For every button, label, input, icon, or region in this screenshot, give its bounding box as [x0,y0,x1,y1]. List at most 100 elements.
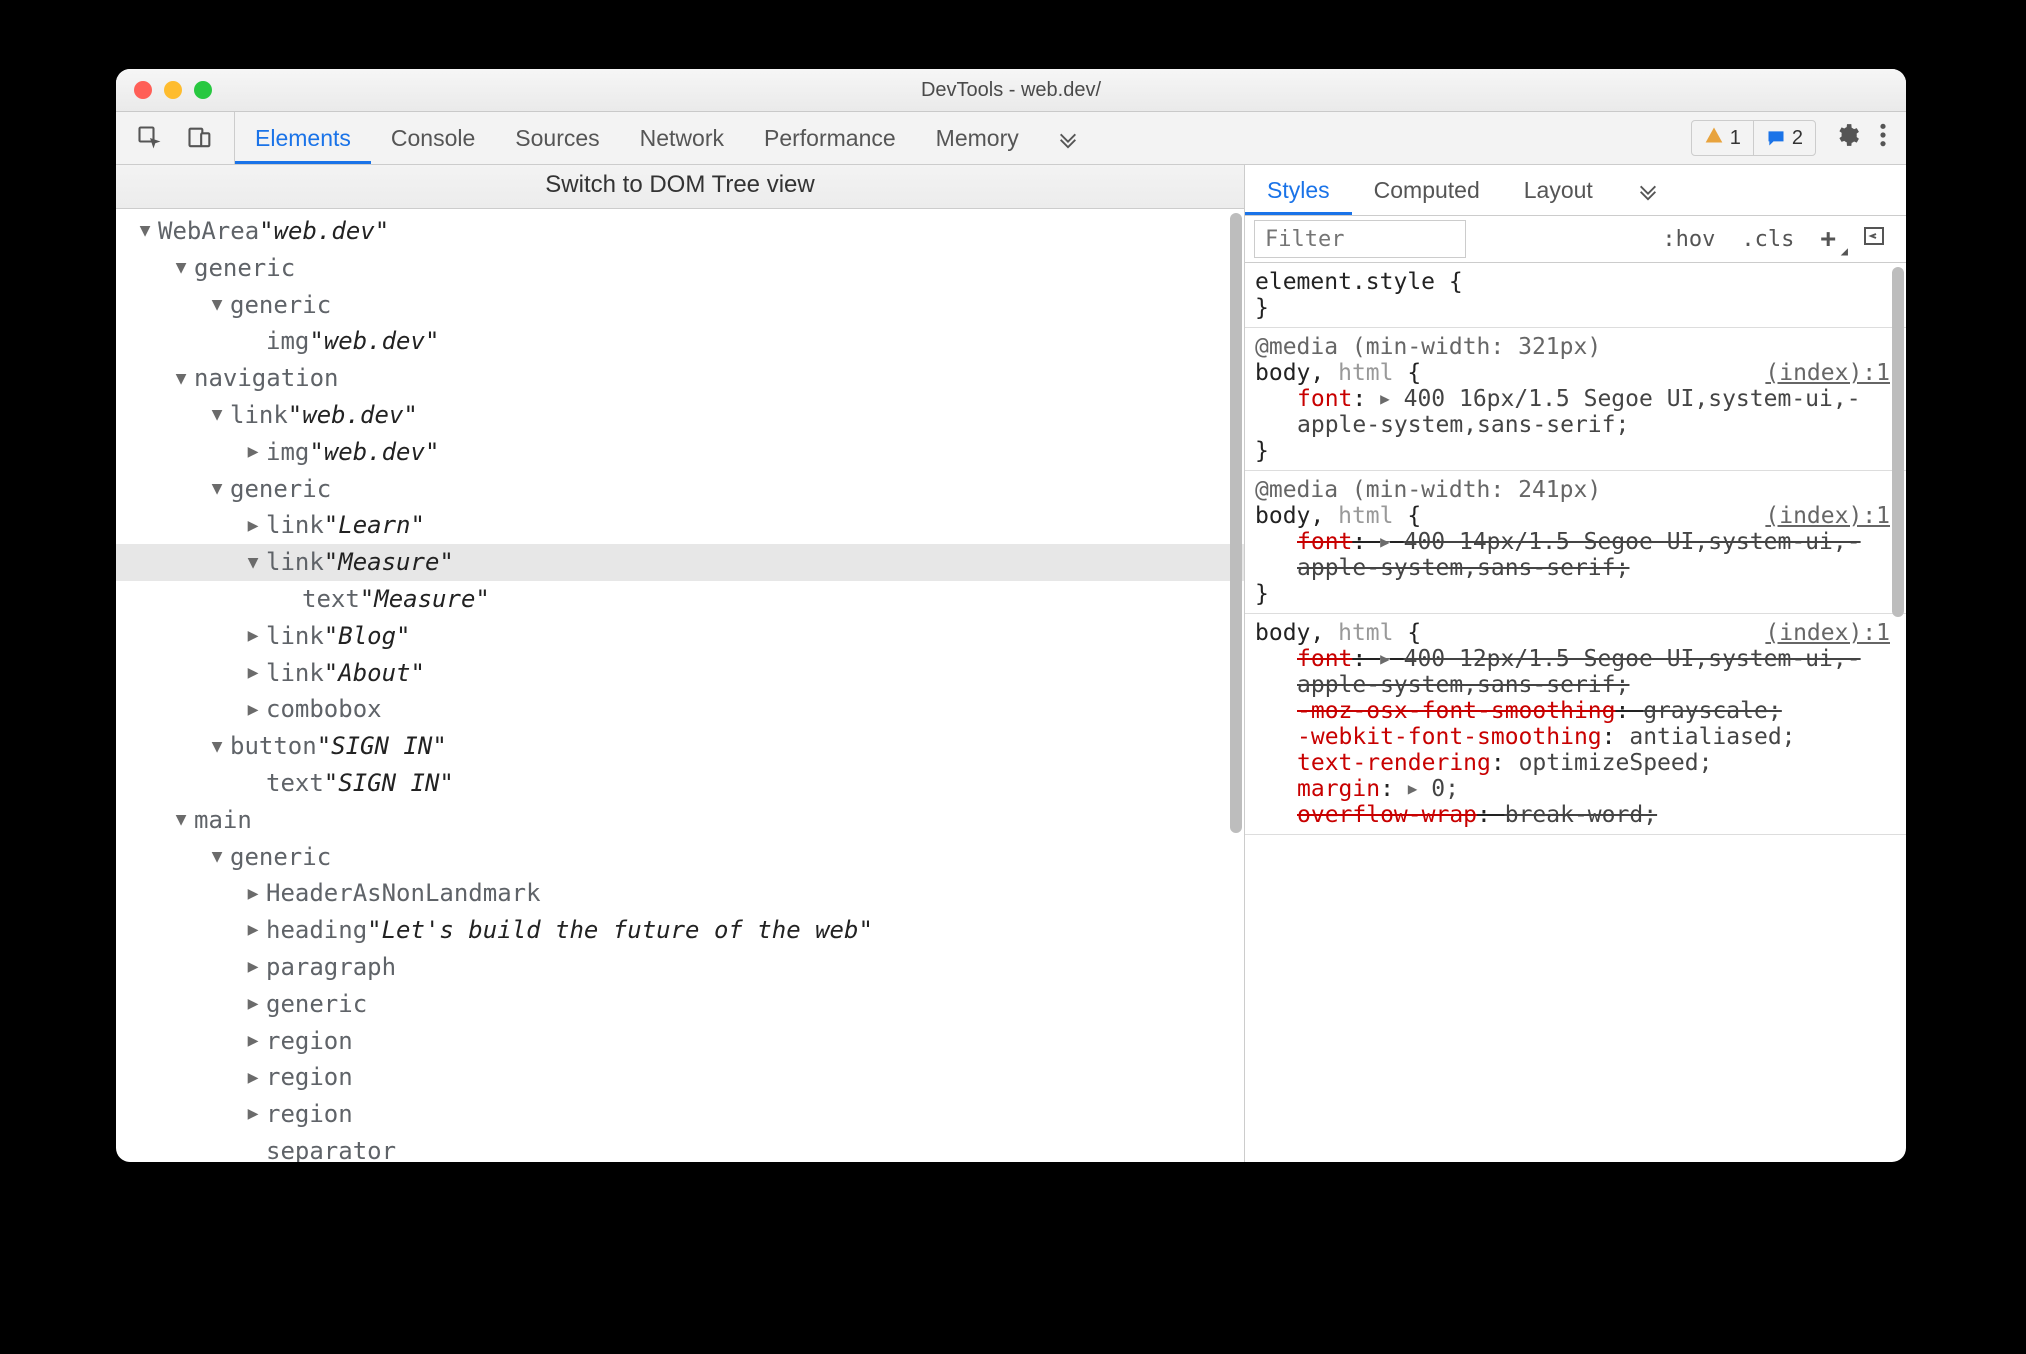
declaration[interactable]: text-rendering: optimizeSpeed; [1255,750,1890,776]
disclosure-triangle-icon[interactable]: ▶ [240,660,266,686]
rule-selector[interactable]: body, html {(index):1 [1255,360,1890,386]
disclosure-triangle-icon[interactable]: ▶ [240,991,266,1017]
tab-computed[interactable]: Computed [1352,165,1502,215]
tree-role: heading [266,913,367,948]
tab-sources[interactable]: Sources [495,112,619,164]
tree-row[interactable]: ▼link "Measure" [116,544,1244,581]
messages-badge[interactable]: 2 [1753,121,1815,155]
tree-row[interactable]: ▼button "SIGN IN" [116,728,1244,765]
tree-row[interactable]: ▶generic [116,986,1244,1023]
disclosure-triangle-icon[interactable]: ▶ [240,439,266,465]
rule-source-link[interactable]: (index):1 [1765,360,1890,386]
declaration[interactable]: -webkit-font-smoothing: antialiased; [1255,724,1890,750]
disclosure-triangle-icon[interactable]: ▶ [240,1065,266,1091]
disclosure-triangle-icon[interactable]: ▶ [240,917,266,943]
disclosure-triangle-icon[interactable]: ▼ [204,844,230,870]
rules-scrollbar-thumb[interactable] [1892,267,1904,617]
tree-scrollbar[interactable] [1230,213,1242,1158]
declaration[interactable]: font: ▶ 400 14px/1.5 Segoe UI,system-ui,… [1255,529,1890,581]
tree-row[interactable]: ▼WebArea "web.dev" [116,213,1244,250]
rule-selector[interactable]: body, html {(index):1 [1255,620,1890,646]
disclosure-triangle-icon[interactable]: ▶ [240,1101,266,1127]
sidebar-tabs-overflow-icon[interactable] [1615,165,1681,215]
style-rule[interactable]: @media (min-width: 241px)body, html {(in… [1245,471,1906,614]
tree-row[interactable]: ▶region [116,1059,1244,1096]
tab-console[interactable]: Console [371,112,495,164]
style-rule[interactable]: body, html {(index):1font: ▶ 400 12px/1.… [1245,614,1906,835]
disclosure-triangle-icon[interactable]: ▼ [204,476,230,502]
disclosure-triangle-icon[interactable]: ▼ [204,734,230,760]
tab-elements[interactable]: Elements [235,112,371,164]
tab-styles[interactable]: Styles [1245,165,1352,215]
disclosure-triangle-icon[interactable]: ▼ [168,807,194,833]
tree-row[interactable]: ▶heading "Let's build the future of the … [116,912,1244,949]
disclosure-triangle-icon[interactable]: ▼ [168,255,194,281]
tree-row[interactable]: ▶img "web.dev" [116,434,1244,471]
styles-filter-input[interactable] [1255,221,1465,257]
declaration[interactable]: overflow-wrap: break-word; [1255,802,1890,828]
accessibility-tree[interactable]: ▼WebArea "web.dev"▼generic▼genericimg "w… [116,209,1244,1162]
tree-row[interactable]: text "Measure" [116,581,1244,618]
tree-scrollbar-thumb[interactable] [1230,213,1242,833]
toggle-computed-sidebar-icon[interactable] [1852,224,1896,254]
rule-selector[interactable]: body, html {(index):1 [1255,503,1890,529]
tree-row[interactable]: ▼generic [116,471,1244,508]
rule-source-link[interactable]: (index):1 [1765,620,1890,646]
warnings-badge[interactable]: 1 [1692,121,1753,155]
disclosure-triangle-icon[interactable]: ▼ [240,550,266,576]
disclosure-triangle-icon[interactable]: ▼ [204,402,230,428]
tab-memory[interactable]: Memory [916,112,1039,164]
rule-source-link[interactable]: (index):1 [1765,503,1890,529]
tab-layout[interactable]: Layout [1502,165,1615,215]
tree-row[interactable]: ▶link "About" [116,655,1244,692]
rule-element-style[interactable]: element.style {} [1245,263,1906,328]
tree-row[interactable]: ▼generic [116,250,1244,287]
toggle-hover-button[interactable]: :hov [1652,227,1725,252]
tree-row[interactable]: ▶HeaderAsNonLandmark [116,875,1244,912]
disclosure-triangle-icon[interactable]: ▼ [204,292,230,318]
issue-badges[interactable]: 1 2 [1691,120,1816,156]
tree-row[interactable]: ▶paragraph [116,949,1244,986]
more-options-icon[interactable] [1878,122,1888,154]
tree-row[interactable]: text "SIGN IN" [116,765,1244,802]
tree-row[interactable]: ▼generic [116,287,1244,324]
declaration[interactable]: font: ▶ 400 16px/1.5 Segoe UI,system-ui,… [1255,386,1890,438]
disclosure-triangle-icon[interactable]: ▼ [168,366,194,392]
tree-row[interactable]: ▼generic [116,839,1244,876]
declaration[interactable]: -moz-osx-font-smoothing: grayscale; [1255,698,1890,724]
tree-role: generic [230,840,331,875]
disclosure-triangle-icon[interactable]: ▼ [132,218,158,244]
tabs-overflow-icon[interactable] [1039,112,1097,164]
tree-row[interactable]: ▶region [116,1096,1244,1133]
rules-scrollbar[interactable] [1892,267,1904,1158]
disclosure-triangle-icon[interactable]: ▶ [240,954,266,980]
tree-row[interactable]: img "web.dev" [116,323,1244,360]
toggle-classes-button[interactable]: .cls [1731,227,1804,252]
panel-tabs: Elements Console Sources Network Perform… [235,112,1097,164]
tree-row[interactable]: ▼link "web.dev" [116,397,1244,434]
tree-row[interactable]: ▶region [116,1023,1244,1060]
tree-row[interactable]: ▼main [116,802,1244,839]
new-style-rule-button[interactable]: +◢ [1810,224,1846,254]
tree-row[interactable]: ▶link "Learn" [116,507,1244,544]
inspect-element-icon[interactable] [136,124,164,152]
declaration[interactable]: font: ▶ 400 12px/1.5 Segoe UI,system-ui,… [1255,646,1890,698]
tree-row[interactable]: separator [116,1133,1244,1162]
declaration[interactable]: margin: ▶ 0; [1255,776,1890,802]
switch-to-dom-tree-button[interactable]: Switch to DOM Tree view [116,165,1244,209]
tree-row[interactable]: ▶link "Blog" [116,618,1244,655]
tree-row[interactable]: ▶combobox [116,691,1244,728]
disclosure-triangle-icon[interactable]: ▶ [240,697,266,723]
disclosure-triangle-icon[interactable]: ▶ [240,1028,266,1054]
disclosure-triangle-icon[interactable]: ▶ [240,623,266,649]
disclosure-triangle-icon[interactable]: ▶ [240,881,266,907]
disclosure-triangle-icon[interactable]: ▶ [240,513,266,539]
style-rules[interactable]: element.style {}@media (min-width: 321px… [1245,263,1906,1162]
style-rule[interactable]: @media (min-width: 321px)body, html {(in… [1245,328,1906,471]
tab-performance[interactable]: Performance [744,112,916,164]
tree-row[interactable]: ▼navigation [116,360,1244,397]
settings-icon[interactable] [1834,122,1860,154]
tree-role: HeaderAsNonLandmark [266,876,541,911]
tab-network[interactable]: Network [620,112,744,164]
device-toolbar-icon[interactable] [186,124,214,152]
